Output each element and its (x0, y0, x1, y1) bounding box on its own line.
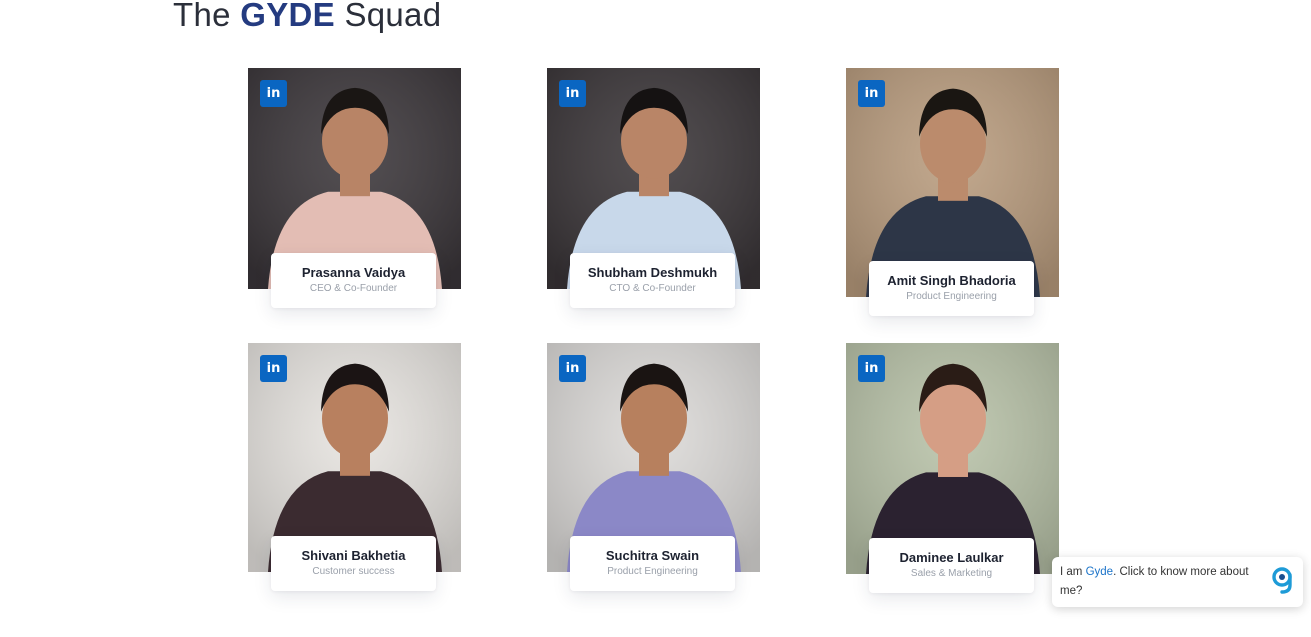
title-brand: GYDE (240, 0, 335, 33)
linkedin-icon[interactable]: in (559, 80, 586, 107)
chat-text-before: I am (1060, 566, 1086, 578)
linkedin-icon[interactable]: in (260, 80, 287, 107)
page-title: The GYDE Squad (173, 0, 441, 34)
gyde-logo-icon[interactable] (1271, 566, 1295, 594)
title-suffix: Squad (344, 0, 442, 33)
member-name-card: Daminee Laulkar Sales & Marketing (869, 538, 1034, 593)
member-name: Suchitra Swain (605, 548, 700, 563)
member-name-card: Suchitra Swain Product Engineering (570, 536, 735, 591)
linkedin-icon[interactable]: in (260, 355, 287, 382)
member-name: Daminee Laulkar (899, 550, 1004, 565)
member-name-card: Amit Singh Bhadoria Product Engineering (869, 261, 1034, 316)
member-role: Product Engineering (906, 291, 997, 302)
member-name-card: Shivani Bakhetia Customer success (271, 536, 436, 591)
chat-brand-link[interactable]: Gyde (1086, 566, 1114, 578)
member-role: Product Engineering (607, 566, 698, 577)
member-role: CEO & Co-Founder (309, 283, 398, 294)
member-role: CTO & Co-Founder (609, 283, 696, 294)
member-name-card: Prasanna Vaidya CEO & Co-Founder (271, 253, 436, 308)
member-name-card: Shubham Deshmukh CTO & Co-Founder (570, 253, 735, 308)
linkedin-icon[interactable]: in (858, 80, 885, 107)
member-name: Shubham Deshmukh (587, 265, 718, 280)
member-role: Customer success (312, 566, 395, 577)
member-name: Prasanna Vaidya (301, 265, 406, 280)
chat-widget[interactable]: I am Gyde. Click to know more about me? (1052, 557, 1303, 607)
member-name: Amit Singh Bhadoria (887, 273, 1016, 288)
member-role: Sales & Marketing (910, 568, 993, 579)
linkedin-icon[interactable]: in (559, 355, 586, 382)
title-prefix: The (173, 0, 231, 33)
linkedin-icon[interactable]: in (858, 355, 885, 382)
member-name: Shivani Bakhetia (301, 548, 406, 563)
